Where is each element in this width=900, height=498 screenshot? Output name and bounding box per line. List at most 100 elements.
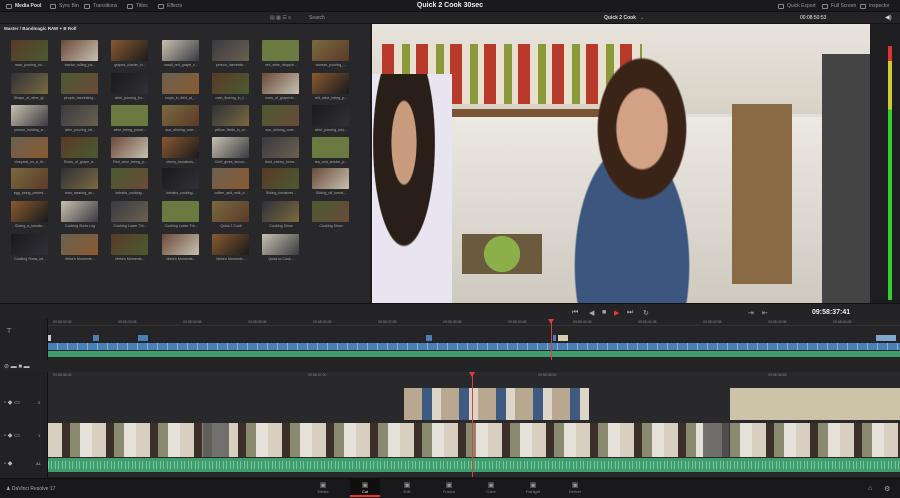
media-pool-clip[interactable]: tractor_rolling_pa...	[60, 40, 100, 67]
media-pool-clip[interactable]: Slicing_a_tomato...	[10, 201, 50, 228]
overview-clip[interactable]	[426, 335, 432, 341]
transition[interactable]	[703, 423, 729, 457]
media-pool-clip[interactable]: kebabs_cooking...	[161, 168, 201, 195]
media-pool-clip[interactable]: Quick to Cook...	[261, 234, 301, 261]
media-pool-clip[interactable]: yellow_fields_in_w...	[211, 105, 251, 132]
v2-clip[interactable]	[404, 388, 589, 420]
media-pool-clip[interactable]: people_harvesting...	[60, 73, 100, 100]
media-pool-clip[interactable]: tea_and_smoke_p...	[311, 137, 351, 164]
media-pool-clip[interactable]: Meta's Moments...	[110, 234, 150, 261]
overview-clip[interactable]	[553, 335, 556, 341]
view-mode-icons[interactable]: ▤ ▦ ☰ ≡	[270, 15, 291, 21]
loop-icon[interactable]: ↻	[643, 309, 649, 317]
reverse-icon[interactable]: ◀	[589, 309, 594, 317]
media-pool-clip[interactable]: grapes_cluster_in...	[110, 40, 150, 67]
media-pool-clip[interactable]: man_flowing_in_t...	[211, 73, 251, 100]
overview-clip[interactable]	[876, 335, 896, 341]
person-left	[372, 74, 452, 303]
v2-title-clip[interactable]	[730, 388, 900, 420]
link-icon[interactable]: ⊘ ▬ ■ ▬	[4, 363, 30, 370]
media-pool-clip[interactable]: Cooking Show	[261, 201, 301, 228]
playhead-marker-icon[interactable]	[548, 319, 554, 324]
a1-audio-clip[interactable]	[48, 458, 900, 472]
media-pool-clip[interactable]: wine_pouring_int...	[60, 105, 100, 132]
clip-name: Meta's Moments...	[115, 257, 145, 261]
page-deliver[interactable]: ▣ Deliver	[560, 481, 590, 494]
playhead-marker-icon[interactable]	[469, 372, 475, 377]
stop-icon[interactable]: ■	[602, 309, 606, 316]
media-pool-clip[interactable]: Cooking Show_int...	[10, 234, 50, 261]
transition[interactable]	[203, 423, 229, 457]
media-pool-clip[interactable]: red_wine_droppin...	[261, 40, 301, 67]
in-point-icon[interactable]: ⇥	[748, 309, 754, 317]
media-pool-clip[interactable]: Red_wine_being_p...	[110, 137, 150, 164]
chevron-down-icon[interactable]: ⌄	[640, 15, 644, 21]
media-pool-clip[interactable]: coffee_and_milk_b...	[211, 168, 251, 195]
home-icon[interactable]: ⌂	[868, 485, 872, 492]
media-pool-clip[interactable]: rows_of_grapevin...	[261, 73, 301, 100]
media-pool-clip[interactable]: small_red_grape_c...	[161, 40, 201, 67]
main-timeline[interactable]: 09:58:36:48 09:58:37:00 09:58:38:00 09:58:3…	[48, 372, 900, 477]
media-pool-clip[interactable]: cherry_tomatoes...	[161, 137, 201, 164]
media-pool-clip[interactable]: Cooking Show	[311, 201, 351, 228]
media-pool-clip[interactable]: Cooking Lower Thi...	[110, 201, 150, 228]
media-pool-clip[interactable]: Meta's Moments...	[60, 234, 100, 261]
page-edit[interactable]: ▣ Edit	[392, 481, 422, 494]
media-pool-clip[interactable]: fried_cherry_toma...	[261, 137, 301, 164]
audio-icon[interactable]: ◀)	[885, 14, 892, 21]
page-media[interactable]: ▣ Media	[308, 481, 338, 494]
out-point-icon[interactable]: ⇤	[762, 309, 768, 317]
page-color[interactable]: ▣ Color	[476, 481, 506, 494]
media-pool-clip[interactable]: wine_pouring_into...	[311, 105, 351, 132]
full-screen-button[interactable]: Full Screen	[822, 3, 856, 9]
overview-clip[interactable]	[138, 335, 148, 341]
timeline-selector[interactable]: Quick 2 Cook	[604, 15, 636, 21]
media-pool-clip[interactable]: crops_in_field_at_...	[161, 73, 201, 100]
overview-clip[interactable]	[558, 335, 568, 341]
track-a1-controls[interactable]: ▫ ◆	[4, 460, 12, 467]
media-pool-clip[interactable]: sun_shining_over...	[161, 105, 201, 132]
media-pool-clip[interactable]: Shape_of_wine_gl...	[10, 73, 50, 100]
media-pool-clip[interactable]: wine_pouring_fro...	[110, 73, 150, 100]
media-pool-clip[interactable]: Quick 2 Cook	[211, 201, 251, 228]
inspector-button[interactable]: Inspector	[860, 3, 890, 9]
playhead[interactable]	[472, 372, 473, 477]
skip-start-icon[interactable]: ⏮	[572, 309, 578, 317]
media-pool-clip[interactable]: Rows_of_grape_tr...	[60, 137, 100, 164]
snap-icon[interactable]: ⊤	[6, 327, 12, 335]
media-pool-clip[interactable]: man_pouring_bo...	[10, 40, 50, 67]
media-pool-clip[interactable]: person_harvestin...	[211, 40, 251, 67]
lock-icon[interactable]: ▫ ◆ ▭	[4, 399, 20, 406]
v1-clips[interactable]	[48, 423, 900, 457]
upper-playhead[interactable]	[551, 319, 552, 360]
media-pool-clip[interactable]: Meta's Moments...	[161, 234, 201, 261]
media-pool-clip[interactable]: person_holding_a...	[10, 105, 50, 132]
page-cut[interactable]: ▣ Cut	[350, 479, 380, 497]
media-pool-clip[interactable]: Cooking Lower Thi...	[161, 201, 201, 228]
play-icon[interactable]: ▶	[614, 309, 619, 317]
settings-icon[interactable]: ⚙	[884, 485, 890, 493]
quick-export-button[interactable]: Quick Export	[778, 3, 816, 9]
page-fusion[interactable]: ▣ Fusion	[434, 481, 464, 494]
upper-timeline[interactable]: 09:58:32:08 09:58:33:08 09:58:34:08 09:58:3…	[48, 319, 900, 360]
viewer[interactable]	[372, 24, 870, 303]
overview-clip[interactable]	[93, 335, 99, 341]
media-pool-clip[interactable]: woman_pouring_...	[311, 40, 351, 67]
media-pool-clip[interactable]: Cooking Show Log	[60, 201, 100, 228]
media-pool-clip[interactable]: wine_being_poure...	[110, 105, 150, 132]
media-pool-clip[interactable]: vineyard_on_a_hi...	[10, 137, 50, 164]
media-pool-clip[interactable]: red_wine_being_p...	[311, 73, 351, 100]
media-pool-clip[interactable]: Meta's Moments...	[211, 234, 251, 261]
media-pool-clip[interactable]: Chef_gives_lemon...	[211, 137, 251, 164]
overview-clip[interactable]	[48, 335, 51, 341]
media-pool-clip[interactable]: Slicing_off_tomat...	[311, 168, 351, 195]
media-pool-clip[interactable]: man_wearing_an...	[60, 168, 100, 195]
skip-end-icon[interactable]: ⏭	[627, 309, 633, 317]
search-button[interactable]: Search	[309, 15, 325, 21]
media-pool-clip[interactable]: kebabs_cooking...	[110, 168, 150, 195]
page-fairlight[interactable]: ▣ Fairlight	[518, 481, 548, 494]
media-pool-clip[interactable]: egg_being_peeled...	[10, 168, 50, 195]
media-pool-clip[interactable]: sun_shining_over...	[261, 105, 301, 132]
track-v1-controls[interactable]: ▫ ◆ ▭	[4, 432, 20, 439]
media-pool-clip[interactable]: Slicing_tomatoes...	[261, 168, 301, 195]
